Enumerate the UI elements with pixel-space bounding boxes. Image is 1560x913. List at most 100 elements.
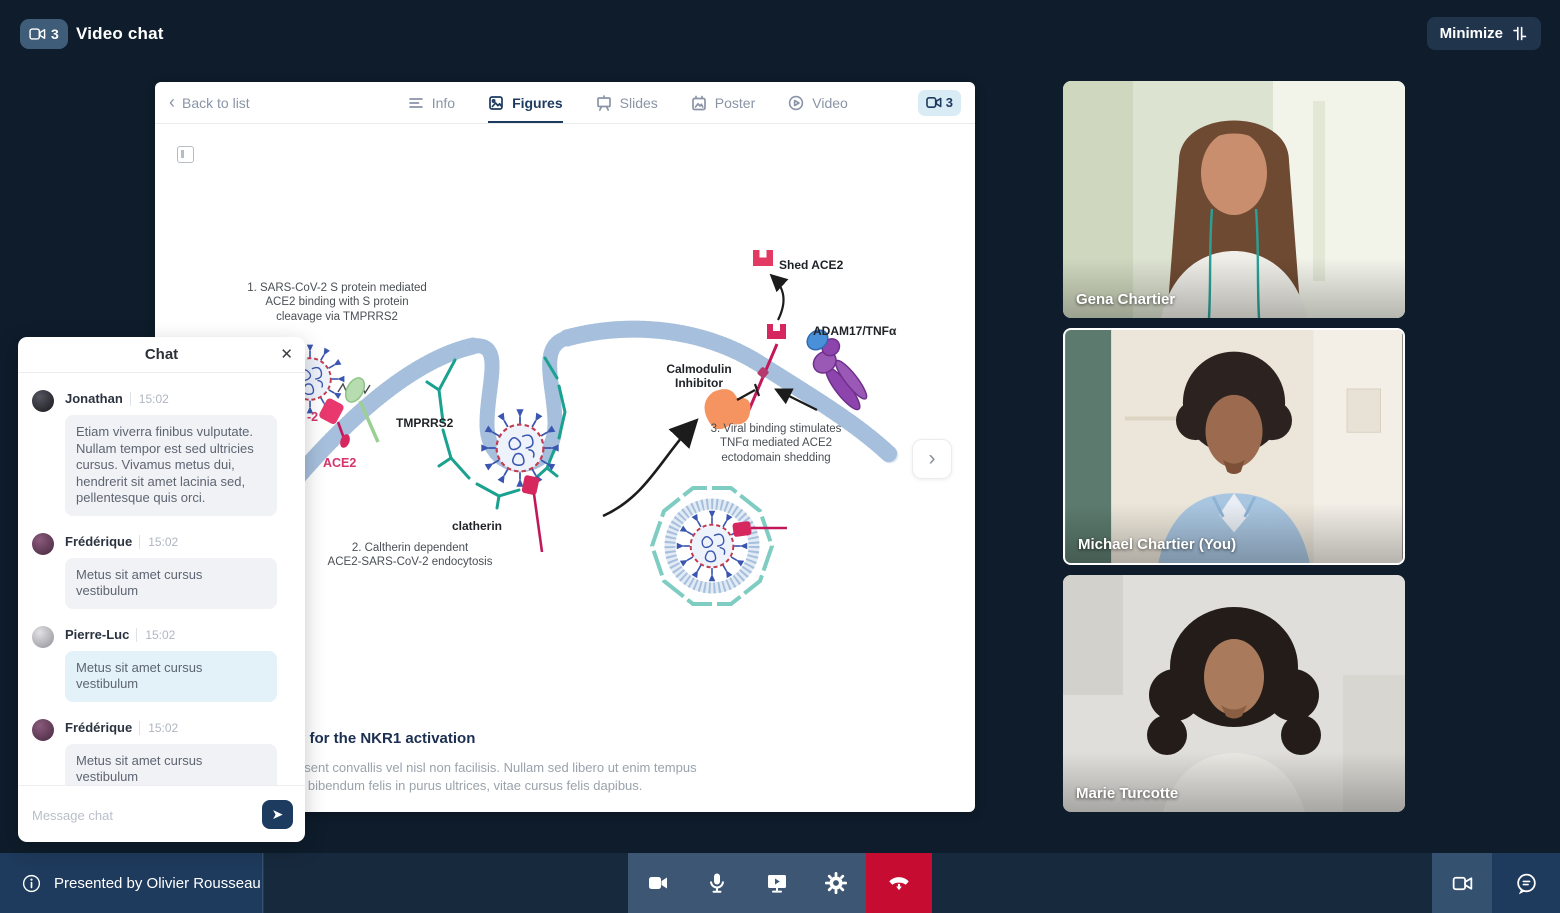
settings-button[interactable]: [807, 853, 867, 913]
participant-name: Michael Chartier (You): [1078, 536, 1237, 553]
svg-text:ACE2 binding with S protein: ACE2 binding with S protein: [265, 296, 408, 308]
calmodulin-inhibitor: [602, 383, 761, 518]
participant-tile-marie[interactable]: Marie Turcotte: [1063, 575, 1405, 812]
figure-description: y for the NKR1 activation esent convalli…: [297, 730, 977, 795]
present-screen-button[interactable]: [747, 853, 807, 913]
chat-bubble-icon: [1516, 873, 1536, 894]
message-bubble: Etiam viverra finibus vulputate. Nullam …: [65, 415, 277, 516]
camera-button[interactable]: [628, 853, 688, 913]
bottom-bar: Presented by Olivier Rousseau: [0, 853, 1560, 913]
message-bubble: Metus sit amet cursus vestibulum: [65, 743, 277, 785]
message-author: Frédérique: [65, 719, 133, 735]
tab-poster[interactable]: Poster: [691, 82, 755, 123]
close-icon[interactable]: ✕: [280, 345, 293, 363]
chat-input-row: ➤: [18, 785, 305, 842]
microphone-button[interactable]: [688, 853, 748, 913]
participant-tile-gena[interactable]: Gena Chartier: [1063, 81, 1405, 318]
sars-cov-2-label: -2: [307, 410, 318, 424]
bottom-bar-spacer: [932, 853, 1432, 913]
chat-message-list[interactable]: Jonathan 15:02 Etiam viverra finibus vulp…: [18, 374, 305, 785]
card-camera-count-badge: 3: [917, 89, 961, 116]
chat-title: Chat: [144, 346, 179, 363]
ace2-label: ACE2: [323, 456, 356, 470]
figure-body-line2: n bibendum felis in purus ultrices, vita…: [297, 778, 643, 793]
message-author: Jonathan: [65, 391, 123, 406]
tab-info-label: Info: [431, 94, 456, 111]
figure-body-line1: esent convallis vel nisl non facilisis. …: [297, 760, 697, 775]
clatherin-label: clatherin: [452, 519, 502, 533]
play-circle-icon: [789, 95, 804, 110]
chat-panel: Chat ✕ Jonathan 15:02 Etiam viverra finib…: [18, 337, 305, 842]
send-icon: ➤: [271, 806, 284, 822]
participant-tiles: Gena Chartier Michael Chartier (You) Mar…: [1063, 81, 1405, 822]
message-bubble: Metus sit amet cursus vestibulum: [65, 557, 277, 609]
chat-message: Pierre-Luc 15:02 Metus sit amet cursus ve…: [32, 625, 291, 702]
participant-name: Marie Turcotte: [1076, 785, 1179, 802]
page-title: Video chat: [76, 24, 164, 43]
back-to-list-label: Back to list: [182, 94, 250, 111]
card-camera-count: 3: [945, 95, 953, 110]
minimize-icon: [1513, 26, 1527, 41]
image-icon: [489, 95, 503, 110]
message-author: Pierre-Luc: [65, 626, 130, 642]
hang-up-phone-icon: [889, 877, 909, 891]
tab-figures-label: Figures: [512, 94, 563, 111]
participant-count: 3: [51, 26, 59, 42]
video-chat-app: 3 Video chat Minimize ‹ Back to list Inf…: [0, 0, 1560, 913]
camera-toggle-button[interactable]: [1432, 853, 1492, 913]
svg-text:ectodomain shedding: ectodomain shedding: [721, 452, 830, 464]
tab-info[interactable]: Info: [408, 82, 455, 123]
chat-header: Chat ✕: [18, 337, 305, 373]
tab-video[interactable]: Video: [788, 82, 848, 123]
shed-ace2-label: Shed ACE2: [779, 258, 844, 272]
participant-tile-michael-you[interactable]: Michael Chartier (You): [1063, 328, 1405, 565]
video-camera-icon: [648, 877, 667, 889]
tmprrs2-label: TMPRRS2: [396, 416, 454, 430]
participant-name: Gena Chartier: [1076, 291, 1176, 308]
step2-label: 2. Caltherin dependent: [352, 542, 469, 554]
call-controls: [628, 853, 866, 913]
tabs: Info Figures Slides Poster Video: [408, 82, 848, 123]
message-author: Frédérique: [65, 533, 133, 549]
chat-message-input[interactable]: [32, 800, 252, 830]
microphone-icon: [710, 873, 725, 893]
tab-figures[interactable]: Figures: [488, 82, 563, 123]
participant-count-badge: 3: [20, 19, 68, 49]
info-icon: [22, 874, 41, 892]
avatar: [32, 625, 54, 648]
present-screen-icon: [767, 875, 786, 893]
avatar: [32, 390, 54, 412]
tab-poster-label: Poster: [714, 94, 756, 111]
top-bar: 3 Video chat Minimize: [0, 0, 1560, 68]
svg-text:Inhibitor: Inhibitor: [675, 376, 723, 390]
calmodulin-label: Calmodulin: [666, 362, 731, 376]
svg-text:ACE2-SARS-CoV-2 endocytosis: ACE2-SARS-CoV-2 endocytosis: [328, 556, 493, 568]
back-to-list-button[interactable]: ‹ Back to list: [169, 82, 250, 123]
next-figure-button[interactable]: ›: [912, 439, 952, 479]
minimize-label: Minimize: [1439, 25, 1503, 42]
step1-label: 1. SARS-CoV-2 S protein mediated: [247, 282, 427, 294]
message-bubble: Metus sit amet cursus vestibulum: [65, 650, 277, 702]
avatar: [32, 532, 54, 555]
tab-video-label: Video: [812, 94, 848, 111]
send-button[interactable]: ➤: [262, 800, 293, 829]
svg-text:TNFα mediated ACE2: TNFα mediated ACE2: [720, 437, 832, 449]
vesicle: [649, 486, 787, 606]
card-tab-bar: ‹ Back to list Info Figures Slides Poste…: [155, 82, 975, 124]
bottom-bar-spacer: [264, 853, 628, 913]
video-camera-outline-icon: [1452, 876, 1472, 890]
chat-message: Frédérique 15:02 Metus sit amet cursus ve…: [32, 532, 291, 609]
tab-slides[interactable]: Slides: [596, 82, 658, 123]
info-list-icon: [408, 97, 423, 108]
chat-message: Jonathan 15:02 Etiam viverra finibus vulp…: [32, 390, 291, 516]
chat-toggle-button[interactable]: [1492, 853, 1560, 913]
presenter-info: Presented by Olivier Rousseau: [0, 853, 263, 913]
figure-heading: y for the NKR1 activation: [297, 730, 476, 747]
message-time: 15:02: [139, 534, 179, 549]
minimize-button[interactable]: Minimize: [1426, 17, 1541, 50]
chat-message: Frédérique 15:02 Metus sit amet cursus ve…: [32, 718, 291, 785]
hang-up-button[interactable]: [866, 853, 932, 913]
adam17-label: ADAM17/TNFα: [813, 324, 897, 338]
poster-icon: [691, 95, 706, 110]
chevron-right-icon: ›: [928, 447, 936, 470]
